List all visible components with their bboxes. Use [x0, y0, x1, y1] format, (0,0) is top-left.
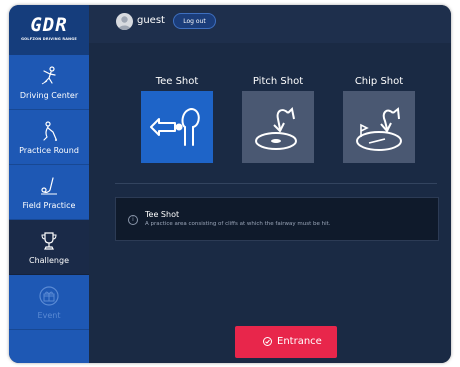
sidebar-item-label: Challenge [29, 256, 69, 265]
avatar[interactable] [116, 13, 133, 30]
shot-option-chip-shot[interactable]: Chip Shot [343, 76, 415, 163]
golfer-swing-icon [41, 66, 56, 85]
divider [115, 183, 437, 184]
shot-tile[interactable] [242, 91, 314, 163]
username: guest [137, 15, 165, 26]
golfer-putt-icon [43, 121, 57, 141]
info-title: Tee Shot [145, 210, 180, 219]
sidebar-item-label: Event [37, 311, 61, 320]
sidebar-item-label: Driving Center [19, 91, 79, 100]
check-circle-icon [263, 337, 272, 346]
pitch-shot-icon [255, 106, 297, 150]
sidebar-item-label: Field Practice [22, 201, 76, 210]
sidebar-item-practice-round[interactable]: Practice Round [9, 110, 89, 165]
tee-shot-icon [150, 107, 200, 146]
logo: GDR GOLFZON DRIVING RANGE [9, 5, 89, 55]
app-window: GDR GOLFZON DRIVING RANGE Driving Center… [9, 5, 451, 363]
logout-button[interactable]: Log out [173, 13, 216, 29]
shot-tile[interactable] [141, 91, 213, 163]
gift-icon [39, 286, 59, 306]
chip-shot-icon [356, 107, 402, 151]
logo-mark: GDR [30, 14, 68, 36]
golf-club-ball-icon [41, 177, 57, 195]
entrance-label: Entrance [277, 336, 322, 347]
shot-info-panel: i Tee Shot A practice area consisting of… [115, 197, 439, 241]
sidebar-item-label: Practice Round [19, 146, 79, 155]
main-content: Tee Shot Pitch Shot Chip Shot i Tee Shot… [89, 43, 451, 363]
shot-option-tee-shot[interactable]: Tee Shot [141, 76, 213, 163]
sidebar: GDR GOLFZON DRIVING RANGE Driving Center… [9, 5, 89, 363]
sidebar-item-challenge[interactable]: Challenge [9, 220, 89, 275]
top-bar: guest Log out [89, 5, 451, 43]
user-avatar-icon [118, 16, 131, 30]
shot-label: Tee Shot [155, 76, 199, 87]
shot-label: Chip Shot [354, 76, 404, 87]
info-description: A practice area consisting of cliffs at … [145, 221, 331, 227]
sidebar-item-field-practice[interactable]: Field Practice [9, 165, 89, 220]
shot-label: Pitch Shot [252, 76, 304, 87]
info-icon: i [128, 215, 138, 225]
trophy-icon [41, 232, 57, 250]
entrance-button[interactable]: Entrance [235, 326, 337, 358]
shot-tile[interactable] [343, 91, 415, 163]
sidebar-item-event[interactable]: Event [9, 275, 89, 330]
sidebar-item-driving-center[interactable]: Driving Center [9, 55, 89, 110]
shot-option-pitch-shot[interactable]: Pitch Shot [242, 76, 314, 163]
logo-subtitle: GOLFZON DRIVING RANGE [21, 37, 77, 41]
